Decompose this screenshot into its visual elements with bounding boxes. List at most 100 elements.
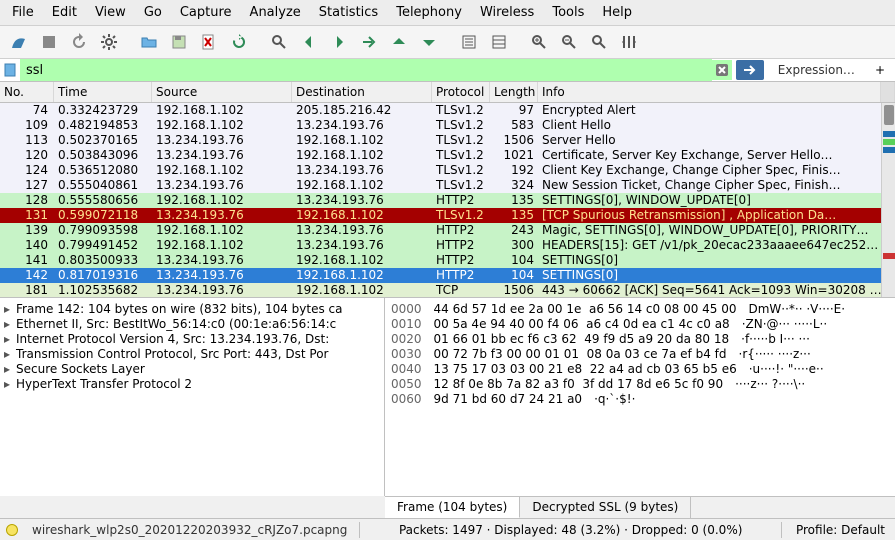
packet-list[interactable]: 740.332423729192.168.1.102205.185.216.42… <box>0 103 895 297</box>
tree-item[interactable]: ▸Ethernet II, Src: BestItWo_56:14:c0 (00… <box>2 317 382 332</box>
hex-row[interactable]: 000044 6d 57 1d ee 2a 00 1e a6 56 14 c0 … <box>391 302 889 317</box>
tree-item[interactable]: ▸HyperText Transfer Protocol 2 <box>2 377 382 392</box>
shark-fin-icon <box>10 33 28 51</box>
magnify-icon <box>270 33 288 51</box>
go-forward-button[interactable] <box>326 29 352 55</box>
resize-columns-icon <box>620 33 638 51</box>
packet-details-tree[interactable]: ▸Frame 142: 104 bytes on wire (832 bits)… <box>0 298 385 496</box>
hex-row[interactable]: 002001 66 01 bb ec f6 c3 62 49 f9 d5 a9 … <box>391 332 889 347</box>
close-file-icon <box>200 33 218 51</box>
filter-bookmarks-button[interactable] <box>0 59 20 81</box>
menu-file[interactable]: File <box>4 2 42 23</box>
menu-view[interactable]: View <box>87 2 134 23</box>
tree-item[interactable]: ▸Secure Sockets Layer <box>2 362 382 377</box>
zoom-reset-button[interactable] <box>586 29 612 55</box>
filter-expression-button[interactable]: Expression… <box>768 63 865 77</box>
close-file-button[interactable] <box>196 29 222 55</box>
menu-capture[interactable]: Capture <box>172 2 240 23</box>
expand-triangle-icon[interactable]: ▸ <box>2 347 12 362</box>
expand-triangle-icon[interactable]: ▸ <box>2 332 12 347</box>
packet-row[interactable]: 1420.81701931613.234.193.76192.168.1.102… <box>0 268 895 283</box>
col-length[interactable]: Length <box>490 82 538 102</box>
menu-analyze[interactable]: Analyze <box>242 2 309 23</box>
menubar: File Edit View Go Capture Analyze Statis… <box>0 0 895 26</box>
menu-wireless[interactable]: Wireless <box>472 2 542 23</box>
tab-frame-bytes[interactable]: Frame (104 bytes) <box>385 497 520 518</box>
menu-go[interactable]: Go <box>136 2 170 23</box>
expand-triangle-icon[interactable]: ▸ <box>2 362 12 377</box>
hex-row[interactable]: 00609d 71 bd 60 d7 24 21 a0·q·`·$!· <box>391 392 889 407</box>
tree-item[interactable]: ▸Frame 142: 104 bytes on wire (832 bits)… <box>2 302 382 317</box>
tree-item[interactable]: ▸Transmission Control Protocol, Src Port… <box>2 347 382 362</box>
packet-row[interactable]: 1811.10253568213.234.193.76192.168.1.102… <box>0 283 895 297</box>
go-last-button[interactable] <box>416 29 442 55</box>
expand-triangle-icon[interactable]: ▸ <box>2 302 12 317</box>
zoom-in-button[interactable] <box>526 29 552 55</box>
reload-button[interactable] <box>226 29 252 55</box>
filter-clear-button[interactable] <box>712 60 732 80</box>
tab-decrypted-ssl[interactable]: Decrypted SSL (9 bytes) <box>520 497 691 518</box>
filter-apply-button[interactable] <box>736 60 764 80</box>
auto-scroll-button[interactable] <box>456 29 482 55</box>
packet-row[interactable]: 1270.55504086113.234.193.76192.168.1.102… <box>0 178 895 193</box>
display-filter-input[interactable] <box>20 59 712 81</box>
col-destination[interactable]: Destination <box>292 82 432 102</box>
display-filter-bar: Expression… + <box>0 59 895 82</box>
packet-row[interactable]: 1390.799093598192.168.1.10213.234.193.76… <box>0 223 895 238</box>
menu-edit[interactable]: Edit <box>44 2 85 23</box>
packet-bytes-hex[interactable]: 000044 6d 57 1d ee 2a 00 1e a6 56 14 c0 … <box>385 298 895 496</box>
restart-capture-button[interactable] <box>66 29 92 55</box>
packet-row[interactable]: 1280.555580656192.168.1.10213.234.193.76… <box>0 193 895 208</box>
zoom-out-button[interactable] <box>556 29 582 55</box>
zoom-reset-icon <box>590 33 608 51</box>
go-back-button[interactable] <box>296 29 322 55</box>
hex-row[interactable]: 005012 8f 0e 8b 7a 82 a3 f0 3f dd 17 8d … <box>391 377 889 392</box>
capture-options-button[interactable] <box>96 29 122 55</box>
colorize-button[interactable] <box>486 29 512 55</box>
col-no[interactable]: No. <box>0 82 54 102</box>
packet-row[interactable]: 1090.482194853192.168.1.10213.234.193.76… <box>0 118 895 133</box>
folder-open-icon <box>140 33 158 51</box>
arrow-left-icon <box>300 33 318 51</box>
packet-row[interactable]: 1310.59907211813.234.193.76192.168.1.102… <box>0 208 895 223</box>
menu-tools[interactable]: Tools <box>544 2 592 23</box>
expand-triangle-icon[interactable]: ▸ <box>2 317 12 332</box>
save-file-button[interactable] <box>166 29 192 55</box>
col-info[interactable]: Info <box>538 82 881 102</box>
menu-help[interactable]: Help <box>594 2 640 23</box>
packet-row[interactable]: 1410.80350093313.234.193.76192.168.1.102… <box>0 253 895 268</box>
autoscroll-icon <box>460 33 478 51</box>
hex-row[interactable]: 003000 72 7b f3 00 00 01 01 08 0a 03 ce … <box>391 347 889 362</box>
arrow-down-icon <box>420 33 438 51</box>
hex-row[interactable]: 001000 5a 4e 94 40 00 f4 06 a6 c4 0d ea … <box>391 317 889 332</box>
packet-row[interactable]: 1400.799491452192.168.1.10213.234.193.76… <box>0 238 895 253</box>
status-packet-counts: Packets: 1497 · Displayed: 48 (3.2%) · D… <box>364 523 777 537</box>
menu-statistics[interactable]: Statistics <box>311 2 386 23</box>
packet-row[interactable]: 1200.50384309613.234.193.76192.168.1.102… <box>0 148 895 163</box>
col-time[interactable]: Time <box>54 82 152 102</box>
status-profile[interactable]: Profile: Default <box>786 523 895 537</box>
col-protocol[interactable]: Protocol <box>432 82 490 102</box>
status-filename: wireshark_wlp2s0_20201220203932_cRJZo7.p… <box>24 523 355 537</box>
expand-triangle-icon[interactable]: ▸ <box>2 377 12 392</box>
go-to-packet-button[interactable] <box>356 29 382 55</box>
packet-row[interactable]: 1240.536512080192.168.1.10213.234.193.76… <box>0 163 895 178</box>
tree-item[interactable]: ▸Internet Protocol Version 4, Src: 13.23… <box>2 332 382 347</box>
open-file-button[interactable] <box>136 29 162 55</box>
col-source[interactable]: Source <box>152 82 292 102</box>
start-capture-button[interactable] <box>6 29 32 55</box>
stop-capture-button[interactable] <box>36 29 62 55</box>
go-first-button[interactable] <box>386 29 412 55</box>
filter-add-button[interactable]: + <box>865 63 895 77</box>
find-button[interactable] <box>266 29 292 55</box>
arrow-right-icon <box>330 33 348 51</box>
reload-icon <box>230 33 248 51</box>
packet-scrollbar[interactable] <box>881 103 895 297</box>
expert-info-led-icon[interactable] <box>6 524 18 536</box>
packet-row[interactable]: 740.332423729192.168.1.102205.185.216.42… <box>0 103 895 118</box>
packet-row[interactable]: 1130.50237016513.234.193.76192.168.1.102… <box>0 133 895 148</box>
details-split: ▸Frame 142: 104 bytes on wire (832 bits)… <box>0 297 895 496</box>
resize-columns-button[interactable] <box>616 29 642 55</box>
hex-row[interactable]: 004013 75 17 03 03 00 21 e8 22 a4 ad cb … <box>391 362 889 377</box>
menu-telephony[interactable]: Telephony <box>388 2 470 23</box>
